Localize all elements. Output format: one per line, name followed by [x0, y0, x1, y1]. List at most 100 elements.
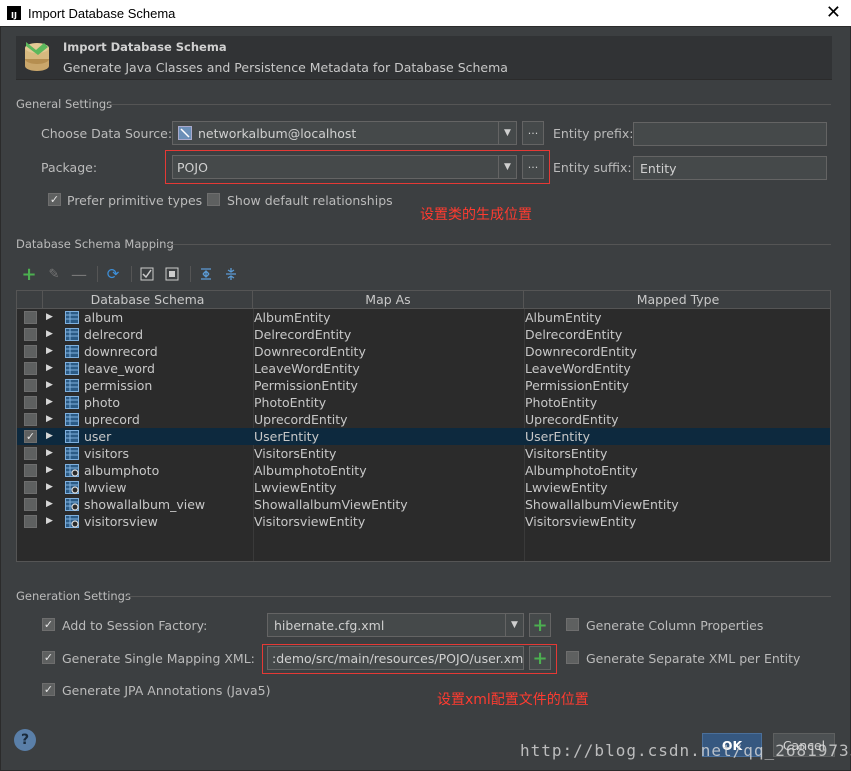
xml-annotation: 设置xml配置文件的位置	[437, 692, 589, 708]
show-default-relationships-checkbox[interactable]	[207, 193, 220, 206]
map-as-cell[interactable]: UprecordEntity	[254, 411, 348, 428]
table-row[interactable]: ▶ uprecord UprecordEntity UprecordEntity	[17, 411, 830, 428]
schema-name-cell: photo	[84, 395, 121, 410]
table-row[interactable]: ▶ downrecord DownrecordEntity DownrecordEnt…	[17, 343, 830, 360]
add-session-factory-button[interactable]: +	[529, 613, 551, 637]
map-as-cell[interactable]: DownrecordEntity	[254, 343, 366, 360]
chevron-down-icon[interactable]: ▼	[498, 122, 516, 144]
package-label: Package:	[41, 160, 98, 175]
column-header-map-as[interactable]: Map As	[253, 291, 524, 309]
map-as-cell[interactable]: AlbumEntity	[254, 309, 331, 326]
row-checkbox[interactable]	[24, 515, 37, 528]
expand-arrow-icon[interactable]: ▶	[46, 462, 53, 479]
mapped-type-cell[interactable]: LeaveWordEntity	[525, 360, 631, 377]
add-icon[interactable]: +	[18, 264, 40, 285]
separate-xml-checkbox[interactable]	[566, 651, 579, 664]
table-row[interactable]: ▶ permission PermissionEntity PermissionEnt…	[17, 377, 830, 394]
jpa-annotations-checkbox[interactable]: ✓	[42, 683, 55, 696]
refresh-icon[interactable]: ⟳	[102, 264, 124, 284]
expand-arrow-icon[interactable]: ▶	[46, 377, 53, 394]
map-as-cell[interactable]: AlbumphotoEntity	[254, 462, 367, 479]
map-as-cell[interactable]: UserEntity	[254, 428, 319, 445]
expand-arrow-icon[interactable]: ▶	[46, 428, 53, 445]
row-checkbox[interactable]	[24, 345, 37, 358]
help-button[interactable]: ?	[14, 729, 36, 751]
row-checkbox[interactable]	[24, 413, 37, 426]
row-checkbox[interactable]	[24, 464, 37, 477]
expand-arrow-icon[interactable]: ▶	[46, 445, 53, 462]
map-as-cell[interactable]: DelrecordEntity	[254, 326, 351, 343]
table-row[interactable]: ▶ visitors VisitorsEntity VisitorsEntity	[17, 445, 830, 462]
row-checkbox[interactable]	[24, 311, 37, 324]
mapped-type-cell[interactable]: AlbumEntity	[525, 309, 602, 326]
mapped-type-cell[interactable]: UprecordEntity	[525, 411, 619, 428]
map-as-cell[interactable]: VisitorsviewEntity	[254, 513, 365, 530]
map-as-cell[interactable]: LeaveWordEntity	[254, 360, 360, 377]
row-checkbox[interactable]	[24, 498, 37, 511]
map-as-cell[interactable]: ShowallalbumViewEntity	[254, 496, 408, 513]
single-mapping-label: Generate Single Mapping XML:	[62, 651, 255, 666]
mapped-type-cell[interactable]: VisitorsEntity	[525, 445, 607, 462]
table-row[interactable]: ▶ showallalbum_view ShowallalbumViewEntity…	[17, 496, 830, 513]
mapped-type-cell[interactable]: UserEntity	[525, 428, 590, 445]
entity-prefix-label: Entity prefix:	[553, 126, 634, 141]
expand-arrow-icon[interactable]: ▶	[46, 394, 53, 411]
row-checkbox[interactable]: ✓	[24, 430, 37, 443]
entity-suffix-input[interactable]: Entity	[633, 156, 827, 180]
table-row[interactable]: ▶ delrecord DelrecordEntity DelrecordEntity	[17, 326, 830, 343]
expand-arrow-icon[interactable]: ▶	[46, 496, 53, 513]
generate-column-properties-checkbox[interactable]	[566, 618, 579, 631]
row-checkbox[interactable]	[24, 328, 37, 341]
jpa-annotations-label: Generate JPA Annotations (Java5)	[62, 683, 271, 698]
map-as-cell[interactable]: VisitorsEntity	[254, 445, 336, 462]
mapped-type-cell[interactable]: LwviewEntity	[525, 479, 607, 496]
session-factory-checkbox[interactable]: ✓	[42, 618, 55, 631]
column-header-schema[interactable]: Database Schema	[43, 291, 253, 309]
expand-arrow-icon[interactable]: ▶	[46, 513, 53, 530]
row-checkbox[interactable]	[24, 447, 37, 460]
map-as-cell[interactable]: PermissionEntity	[254, 377, 358, 394]
mapped-type-cell[interactable]: DelrecordEntity	[525, 326, 622, 343]
mapped-type-cell[interactable]: AlbumphotoEntity	[525, 462, 638, 479]
remove-icon[interactable]: —	[68, 264, 90, 284]
expand-arrow-icon[interactable]: ▶	[46, 309, 53, 326]
expand-arrow-icon[interactable]: ▶	[46, 479, 53, 496]
table-row[interactable]: ▶ album AlbumEntity AlbumEntity	[17, 309, 830, 326]
expand-arrow-icon[interactable]: ▶	[46, 343, 53, 360]
data-source-browse-button[interactable]: ···	[522, 121, 544, 145]
prefer-primitive-checkbox[interactable]: ✓	[48, 193, 61, 206]
entity-prefix-input[interactable]	[633, 122, 827, 146]
mapped-type-cell[interactable]: DownrecordEntity	[525, 343, 637, 360]
session-factory-select[interactable]: hibernate.cfg.xml ▼	[267, 613, 524, 637]
close-icon[interactable]: ✕	[826, 2, 841, 23]
map-as-cell[interactable]: PhotoEntity	[254, 394, 326, 411]
row-checkbox[interactable]	[24, 379, 37, 392]
edit-icon[interactable]: ✎	[43, 264, 65, 284]
general-settings-label: General Settings	[16, 97, 113, 111]
map-as-cell[interactable]: LwviewEntity	[254, 479, 336, 496]
chevron-down-icon[interactable]: ▼	[505, 614, 523, 636]
mapped-type-cell[interactable]: PhotoEntity	[525, 394, 597, 411]
mapped-type-cell[interactable]: ShowallalbumViewEntity	[525, 496, 679, 513]
collapse-all-icon[interactable]	[220, 264, 242, 284]
table-row[interactable]: ▶ albumphoto AlbumphotoEntity AlbumphotoEnt…	[17, 462, 830, 479]
column-header-mapped-type[interactable]: Mapped Type	[524, 291, 830, 309]
expand-arrow-icon[interactable]: ▶	[46, 360, 53, 377]
table-row[interactable]: ▶ lwview LwviewEntity LwviewEntity	[17, 479, 830, 496]
row-checkbox[interactable]	[24, 481, 37, 494]
mapped-type-cell[interactable]: VisitorsviewEntity	[525, 513, 636, 530]
expand-arrow-icon[interactable]: ▶	[46, 326, 53, 343]
table-row[interactable]: ▶ photo PhotoEntity PhotoEntity	[17, 394, 830, 411]
uncheck-all-icon[interactable]	[161, 264, 183, 284]
single-mapping-checkbox[interactable]: ✓	[42, 651, 55, 664]
row-checkbox[interactable]	[24, 362, 37, 375]
table-row[interactable]: ▶ visitorsview VisitorsviewEntity Visitorsv…	[17, 513, 830, 530]
check-all-icon[interactable]	[136, 264, 158, 284]
data-source-select[interactable]: networkalbum@localhost ▼	[172, 121, 517, 145]
table-row[interactable]: ✓ ▶ user UserEntity UserEntity	[17, 428, 830, 445]
row-checkbox[interactable]	[24, 396, 37, 409]
expand-all-icon[interactable]	[195, 264, 217, 284]
mapped-type-cell[interactable]: PermissionEntity	[525, 377, 629, 394]
expand-arrow-icon[interactable]: ▶	[46, 411, 53, 428]
table-row[interactable]: ▶ leave_word LeaveWordEntity LeaveWordEntit…	[17, 360, 830, 377]
